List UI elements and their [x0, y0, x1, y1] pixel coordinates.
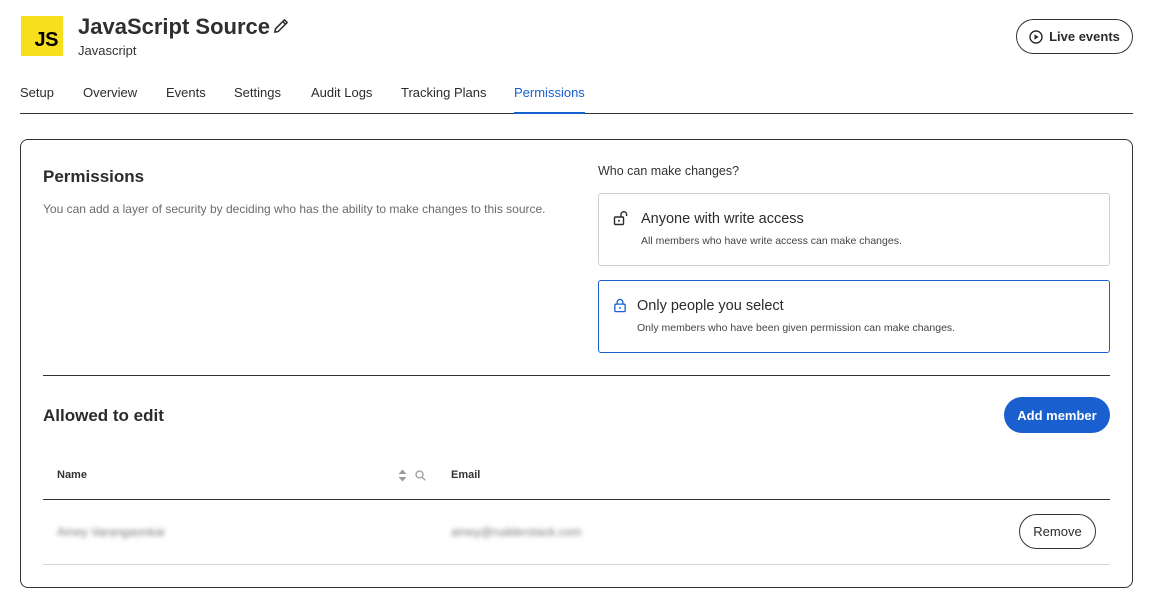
option-description: Only members who have been given permiss…: [637, 322, 956, 334]
search-icon[interactable]: [415, 470, 426, 481]
tab-events[interactable]: Events: [166, 85, 206, 100]
live-events-label: Live events: [1049, 29, 1120, 44]
live-events-button[interactable]: Live events: [1016, 19, 1133, 54]
permissions-title: Permissions: [43, 167, 145, 186]
option-title: Only people you select: [637, 298, 784, 314]
allowed-to-edit-title: Allowed to edit: [43, 406, 164, 425]
page-subtitle: Javascript: [78, 43, 137, 58]
who-can-make-changes-label: Who can make changes?: [598, 164, 740, 178]
tab-settings[interactable]: Settings: [234, 85, 281, 100]
table-header-divider: [43, 499, 1110, 500]
option-description: All members who have write access can ma…: [641, 235, 902, 247]
play-circle-icon: [1029, 29, 1043, 44]
tab-tracking-plans[interactable]: Tracking Plans: [401, 85, 487, 100]
logo-text: JS: [34, 29, 59, 51]
tab-bar: Setup Overview Events Settings Audit Log…: [20, 84, 1133, 114]
permissions-description: You can add a layer of security by decid…: [43, 202, 546, 216]
tab-setup[interactable]: Setup: [20, 85, 54, 100]
member-name: Amey Varangaonkar: [57, 525, 166, 539]
tab-audit-logs[interactable]: Audit Logs: [311, 85, 372, 100]
add-member-button[interactable]: Add member: [1004, 397, 1110, 433]
column-header-name[interactable]: Name: [57, 469, 87, 481]
active-tab-indicator: [514, 112, 585, 114]
permissions-card: Permissions You can add a layer of secur…: [20, 139, 1133, 588]
page-title: JavaScript Source: [78, 14, 270, 39]
table-row-divider: [43, 564, 1110, 565]
sort-icon[interactable]: [398, 469, 407, 482]
tab-permissions[interactable]: Permissions: [514, 85, 585, 100]
pencil-icon[interactable]: [273, 18, 289, 34]
option-anyone-with-write-access[interactable]: Anyone with write access All members who…: [598, 193, 1110, 266]
member-email: amey@rudderstack.com: [451, 525, 582, 539]
option-only-people-you-select[interactable]: Only people you select Only members who …: [598, 280, 1110, 353]
tab-overview[interactable]: Overview: [83, 85, 137, 100]
unlock-icon: [613, 211, 628, 226]
lock-icon: [614, 298, 626, 313]
source-header: JS JavaScript Source Javascript Live eve…: [21, 14, 1133, 60]
remove-member-button[interactable]: Remove: [1019, 514, 1096, 549]
column-header-email: Email: [451, 469, 481, 481]
javascript-logo: JS: [21, 16, 63, 56]
option-title: Anyone with write access: [641, 211, 804, 227]
section-divider: [43, 375, 1110, 376]
